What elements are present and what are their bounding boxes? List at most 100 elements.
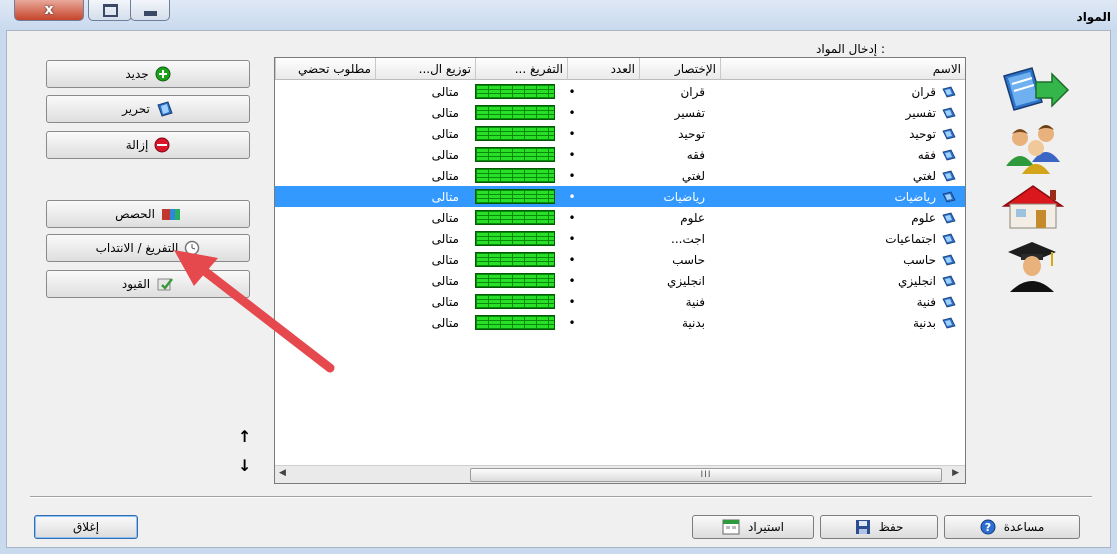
row-count: • <box>568 84 576 99</box>
row-relief-bar[interactable] <box>475 123 555 144</box>
import-button[interactable]: استيراد <box>692 515 814 539</box>
table-row[interactable]: لغتي لغتي • متالى <box>275 165 965 186</box>
row-name: لغتي <box>912 168 936 183</box>
column-header-count[interactable]: العدد <box>567 58 639 80</box>
table-row[interactable]: تفسير تفسير • متالى <box>275 102 965 123</box>
close-window-button[interactable]: x <box>14 0 84 21</box>
table-row[interactable]: علوم علوم • متالى <box>275 207 965 228</box>
maximize-icon <box>102 3 118 17</box>
maximize-window-button[interactable] <box>88 0 132 21</box>
row-relief-bar[interactable] <box>475 312 555 333</box>
row-count: • <box>568 294 576 309</box>
remove-button[interactable]: إزالة <box>46 131 250 159</box>
scroll-thumb[interactable]: III <box>470 468 942 482</box>
row-abbreviation: انجليزي <box>666 273 705 288</box>
column-header-distribution[interactable]: توزيع ال... <box>375 58 475 80</box>
relief-progress-bar <box>475 315 555 330</box>
row-count: • <box>568 126 576 141</box>
row-distribution: متالى <box>431 105 459 120</box>
row-distribution: متالى <box>431 294 459 309</box>
row-distribution: متالى <box>431 231 459 246</box>
row-relief-bar[interactable] <box>475 102 555 123</box>
row-name-cell[interactable]: قران <box>720 81 960 102</box>
edit-button[interactable]: تحرير <box>46 95 250 123</box>
row-name-cell[interactable]: علوم <box>720 207 960 228</box>
row-abbreviation: علوم <box>680 210 705 225</box>
school-building-icon[interactable] <box>1000 184 1066 230</box>
move-down-arrow[interactable]: ↓ <box>238 456 251 475</box>
row-relief-bar[interactable] <box>475 207 555 228</box>
row-name-cell[interactable]: لغتي <box>720 165 960 186</box>
row-name-cell[interactable]: فقه <box>720 144 960 165</box>
relief-progress-bar <box>475 147 555 162</box>
relief-progress-bar <box>475 105 555 120</box>
row-relief-bar[interactable] <box>475 165 555 186</box>
table-row[interactable]: توحيد توحيد • متالى <box>275 123 965 144</box>
table-row[interactable]: فقه فقه • متالى <box>275 144 965 165</box>
row-name: فنية <box>916 294 936 309</box>
row-relief-bar[interactable] <box>475 228 555 249</box>
column-header-name[interactable]: الاسم <box>720 58 965 80</box>
edit-icon <box>157 101 173 117</box>
subject-book-icon <box>942 254 956 265</box>
table-row[interactable]: قران قران • متالى <box>275 81 965 102</box>
row-name-cell[interactable]: رياضيات <box>720 186 960 207</box>
column-header-prep-required[interactable]: مطلوب تحضي <box>275 58 375 80</box>
minimize-window-button[interactable] <box>130 0 170 21</box>
scroll-left-icon[interactable]: ◀ <box>279 468 286 478</box>
new-button[interactable]: جديد <box>46 60 250 88</box>
row-name-cell[interactable]: اجتماعيات <box>720 228 960 249</box>
row-name: فقه <box>917 147 936 162</box>
move-up-arrow[interactable]: ↑ <box>238 427 251 446</box>
table-row[interactable]: فنية فنية • متالى <box>275 291 965 312</box>
row-relief-bar[interactable] <box>475 270 555 291</box>
row-relief-bar[interactable] <box>475 144 555 165</box>
row-relief-bar[interactable] <box>475 291 555 312</box>
row-name-cell[interactable]: حاسب <box>720 249 960 270</box>
subject-book-icon <box>942 275 956 286</box>
table-row[interactable]: رياضيات رياضيات • متالى <box>275 186 965 207</box>
relief-progress-bar <box>475 252 555 267</box>
subjects-grid[interactable]: الاسم الإختصار العدد التفريغ ... توزيع ا… <box>274 57 966 484</box>
lessons-button[interactable]: الحصص <box>46 200 250 228</box>
column-header-abbreviation[interactable]: الإختصار <box>639 58 720 80</box>
row-name-cell[interactable]: توحيد <box>720 123 960 144</box>
table-row[interactable]: اجتماعيات اجت... • متالى <box>275 228 965 249</box>
save-button-label: حفظ <box>878 520 904 534</box>
relief-progress-bar <box>475 126 555 141</box>
column-header-relief[interactable]: التفريغ ... <box>475 58 567 80</box>
subject-book-icon <box>942 170 956 181</box>
subject-book-icon <box>942 107 956 118</box>
subject-book-icon <box>942 191 956 202</box>
remove-icon <box>154 137 170 153</box>
table-row[interactable]: حاسب حاسب • متالى <box>275 249 965 270</box>
save-button[interactable]: حفظ <box>820 515 938 539</box>
row-distribution: متالى <box>431 210 459 225</box>
book-arrow-icon[interactable] <box>998 66 1070 112</box>
row-name-cell[interactable]: فنية <box>720 291 960 312</box>
row-name-cell[interactable]: انجليزي <box>720 270 960 291</box>
help-button[interactable]: مساعدة ? <box>944 515 1080 539</box>
table-row[interactable]: انجليزي انجليزي • متالى <box>275 270 965 291</box>
row-name-cell[interactable]: تفسير <box>720 102 960 123</box>
title-bar: x المواد <box>0 0 1117 30</box>
horizontal-scrollbar[interactable]: ◀ III ▶ <box>275 465 965 483</box>
row-relief-bar[interactable] <box>475 81 555 102</box>
row-relief-bar[interactable] <box>475 249 555 270</box>
edit-button-label: تحرير <box>122 102 150 116</box>
subject-book-icon <box>942 86 956 97</box>
row-name-cell[interactable]: بدنية <box>720 312 960 333</box>
subject-book-icon <box>942 149 956 160</box>
close-button[interactable]: إغلاق <box>34 515 138 539</box>
graduate-student-icon[interactable] <box>1004 240 1060 292</box>
row-count: • <box>568 105 576 120</box>
table-row[interactable]: بدنية بدنية • متالى <box>275 312 965 333</box>
subject-book-icon <box>942 317 956 328</box>
teachers-group-icon[interactable] <box>998 122 1068 174</box>
row-distribution: متالى <box>431 147 459 162</box>
row-relief-bar[interactable] <box>475 186 555 207</box>
close-button-label: إغلاق <box>72 520 100 534</box>
help-icon: ? <box>980 519 996 535</box>
scroll-right-icon[interactable]: ▶ <box>952 468 959 478</box>
row-name: تفسير <box>905 105 936 120</box>
